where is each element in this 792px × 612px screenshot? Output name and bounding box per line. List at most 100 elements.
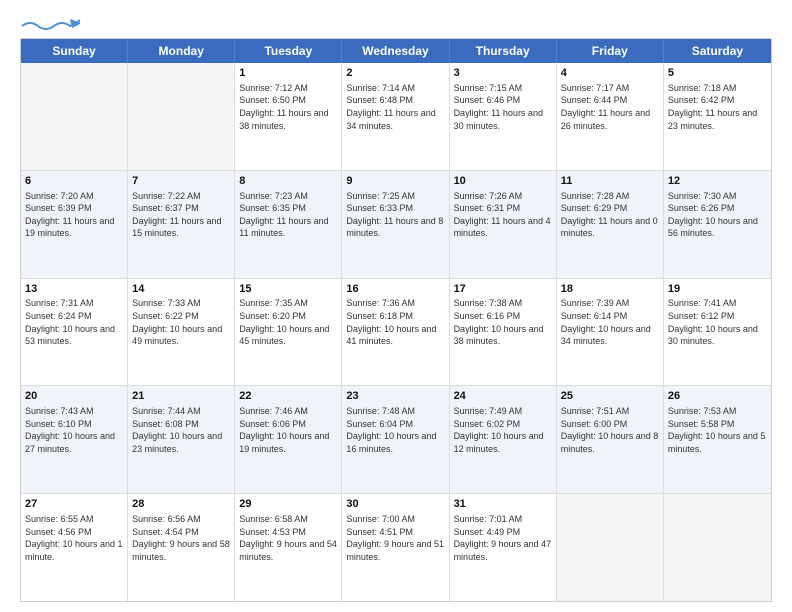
header-cell-friday: Friday — [557, 39, 664, 63]
day-info: Sunrise: 7:51 AM Sunset: 6:00 PM Dayligh… — [561, 405, 659, 455]
day-cell-18: 18Sunrise: 7:39 AM Sunset: 6:14 PM Dayli… — [557, 279, 664, 386]
day-number: 31 — [454, 497, 552, 512]
header — [20, 16, 772, 28]
day-number: 20 — [25, 389, 123, 404]
day-number: 17 — [454, 282, 552, 297]
day-cell-15: 15Sunrise: 7:35 AM Sunset: 6:20 PM Dayli… — [235, 279, 342, 386]
day-cell-25: 25Sunrise: 7:51 AM Sunset: 6:00 PM Dayli… — [557, 386, 664, 493]
calendar-header: SundayMondayTuesdayWednesdayThursdayFrid… — [21, 39, 771, 63]
day-info: Sunrise: 7:17 AM Sunset: 6:44 PM Dayligh… — [561, 82, 659, 132]
header-cell-tuesday: Tuesday — [235, 39, 342, 63]
day-info: Sunrise: 7:48 AM Sunset: 6:04 PM Dayligh… — [346, 405, 444, 455]
day-cell-27: 27Sunrise: 6:55 AM Sunset: 4:56 PM Dayli… — [21, 494, 128, 601]
day-number: 25 — [561, 389, 659, 404]
empty-cell — [664, 494, 771, 601]
day-cell-22: 22Sunrise: 7:46 AM Sunset: 6:06 PM Dayli… — [235, 386, 342, 493]
day-info: Sunrise: 7:33 AM Sunset: 6:22 PM Dayligh… — [132, 297, 230, 347]
calendar-row-4: 20Sunrise: 7:43 AM Sunset: 6:10 PM Dayli… — [21, 386, 771, 494]
day-cell-7: 7Sunrise: 7:22 AM Sunset: 6:37 PM Daylig… — [128, 171, 235, 278]
day-number: 29 — [239, 497, 337, 512]
calendar-body: 1Sunrise: 7:12 AM Sunset: 6:50 PM Daylig… — [21, 63, 771, 601]
empty-cell — [128, 63, 235, 170]
day-number: 14 — [132, 282, 230, 297]
day-info: Sunrise: 7:22 AM Sunset: 6:37 PM Dayligh… — [132, 190, 230, 240]
day-info: Sunrise: 6:55 AM Sunset: 4:56 PM Dayligh… — [25, 513, 123, 563]
day-info: Sunrise: 7:41 AM Sunset: 6:12 PM Dayligh… — [668, 297, 767, 347]
day-info: Sunrise: 7:38 AM Sunset: 6:16 PM Dayligh… — [454, 297, 552, 347]
day-info: Sunrise: 7:15 AM Sunset: 6:46 PM Dayligh… — [454, 82, 552, 132]
day-number: 30 — [346, 497, 444, 512]
day-info: Sunrise: 7:35 AM Sunset: 6:20 PM Dayligh… — [239, 297, 337, 347]
day-cell-2: 2Sunrise: 7:14 AM Sunset: 6:48 PM Daylig… — [342, 63, 449, 170]
day-number: 11 — [561, 174, 659, 189]
day-info: Sunrise: 7:18 AM Sunset: 6:42 PM Dayligh… — [668, 82, 767, 132]
day-cell-4: 4Sunrise: 7:17 AM Sunset: 6:44 PM Daylig… — [557, 63, 664, 170]
day-cell-10: 10Sunrise: 7:26 AM Sunset: 6:31 PM Dayli… — [450, 171, 557, 278]
day-cell-9: 9Sunrise: 7:25 AM Sunset: 6:33 PM Daylig… — [342, 171, 449, 278]
day-cell-5: 5Sunrise: 7:18 AM Sunset: 6:42 PM Daylig… — [664, 63, 771, 170]
day-number: 10 — [454, 174, 552, 189]
day-info: Sunrise: 7:00 AM Sunset: 4:51 PM Dayligh… — [346, 513, 444, 563]
calendar: SundayMondayTuesdayWednesdayThursdayFrid… — [20, 38, 772, 602]
day-number: 19 — [668, 282, 767, 297]
day-number: 4 — [561, 66, 659, 81]
day-info: Sunrise: 7:23 AM Sunset: 6:35 PM Dayligh… — [239, 190, 337, 240]
day-number: 18 — [561, 282, 659, 297]
day-info: Sunrise: 6:56 AM Sunset: 4:54 PM Dayligh… — [132, 513, 230, 563]
day-cell-31: 31Sunrise: 7:01 AM Sunset: 4:49 PM Dayli… — [450, 494, 557, 601]
day-number: 12 — [668, 174, 767, 189]
day-info: Sunrise: 7:31 AM Sunset: 6:24 PM Dayligh… — [25, 297, 123, 347]
calendar-row-3: 13Sunrise: 7:31 AM Sunset: 6:24 PM Dayli… — [21, 279, 771, 387]
day-info: Sunrise: 7:44 AM Sunset: 6:08 PM Dayligh… — [132, 405, 230, 455]
logo-wave — [20, 18, 80, 28]
day-cell-13: 13Sunrise: 7:31 AM Sunset: 6:24 PM Dayli… — [21, 279, 128, 386]
page: SundayMondayTuesdayWednesdayThursdayFrid… — [0, 0, 792, 612]
header-cell-monday: Monday — [128, 39, 235, 63]
day-cell-19: 19Sunrise: 7:41 AM Sunset: 6:12 PM Dayli… — [664, 279, 771, 386]
day-info: Sunrise: 7:20 AM Sunset: 6:39 PM Dayligh… — [25, 190, 123, 240]
day-cell-3: 3Sunrise: 7:15 AM Sunset: 6:46 PM Daylig… — [450, 63, 557, 170]
day-cell-29: 29Sunrise: 6:58 AM Sunset: 4:53 PM Dayli… — [235, 494, 342, 601]
empty-cell — [557, 494, 664, 601]
day-info: Sunrise: 7:28 AM Sunset: 6:29 PM Dayligh… — [561, 190, 659, 240]
day-number: 28 — [132, 497, 230, 512]
calendar-row-2: 6Sunrise: 7:20 AM Sunset: 6:39 PM Daylig… — [21, 171, 771, 279]
day-number: 22 — [239, 389, 337, 404]
day-number: 15 — [239, 282, 337, 297]
day-info: Sunrise: 7:53 AM Sunset: 5:58 PM Dayligh… — [668, 405, 767, 455]
header-cell-wednesday: Wednesday — [342, 39, 449, 63]
day-cell-8: 8Sunrise: 7:23 AM Sunset: 6:35 PM Daylig… — [235, 171, 342, 278]
day-info: Sunrise: 7:43 AM Sunset: 6:10 PM Dayligh… — [25, 405, 123, 455]
day-info: Sunrise: 7:01 AM Sunset: 4:49 PM Dayligh… — [454, 513, 552, 563]
empty-cell — [21, 63, 128, 170]
day-number: 6 — [25, 174, 123, 189]
day-number: 16 — [346, 282, 444, 297]
day-cell-23: 23Sunrise: 7:48 AM Sunset: 6:04 PM Dayli… — [342, 386, 449, 493]
calendar-row-1: 1Sunrise: 7:12 AM Sunset: 6:50 PM Daylig… — [21, 63, 771, 171]
day-cell-24: 24Sunrise: 7:49 AM Sunset: 6:02 PM Dayli… — [450, 386, 557, 493]
day-number: 27 — [25, 497, 123, 512]
logo — [20, 16, 80, 28]
day-number: 9 — [346, 174, 444, 189]
day-number: 2 — [346, 66, 444, 81]
day-info: Sunrise: 7:14 AM Sunset: 6:48 PM Dayligh… — [346, 82, 444, 132]
day-number: 13 — [25, 282, 123, 297]
calendar-row-5: 27Sunrise: 6:55 AM Sunset: 4:56 PM Dayli… — [21, 494, 771, 601]
day-cell-14: 14Sunrise: 7:33 AM Sunset: 6:22 PM Dayli… — [128, 279, 235, 386]
day-info: Sunrise: 6:58 AM Sunset: 4:53 PM Dayligh… — [239, 513, 337, 563]
day-number: 21 — [132, 389, 230, 404]
day-info: Sunrise: 7:36 AM Sunset: 6:18 PM Dayligh… — [346, 297, 444, 347]
day-info: Sunrise: 7:46 AM Sunset: 6:06 PM Dayligh… — [239, 405, 337, 455]
day-info: Sunrise: 7:26 AM Sunset: 6:31 PM Dayligh… — [454, 190, 552, 240]
day-cell-12: 12Sunrise: 7:30 AM Sunset: 6:26 PM Dayli… — [664, 171, 771, 278]
day-cell-21: 21Sunrise: 7:44 AM Sunset: 6:08 PM Dayli… — [128, 386, 235, 493]
day-number: 7 — [132, 174, 230, 189]
day-cell-11: 11Sunrise: 7:28 AM Sunset: 6:29 PM Dayli… — [557, 171, 664, 278]
day-cell-20: 20Sunrise: 7:43 AM Sunset: 6:10 PM Dayli… — [21, 386, 128, 493]
day-cell-28: 28Sunrise: 6:56 AM Sunset: 4:54 PM Dayli… — [128, 494, 235, 601]
day-cell-1: 1Sunrise: 7:12 AM Sunset: 6:50 PM Daylig… — [235, 63, 342, 170]
day-cell-26: 26Sunrise: 7:53 AM Sunset: 5:58 PM Dayli… — [664, 386, 771, 493]
day-number: 24 — [454, 389, 552, 404]
day-number: 5 — [668, 66, 767, 81]
header-cell-sunday: Sunday — [21, 39, 128, 63]
